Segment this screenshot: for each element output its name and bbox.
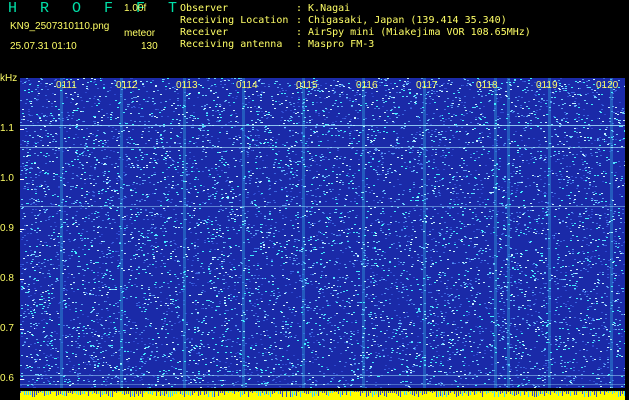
spectrogram <box>20 78 625 388</box>
spectrogram-canvas <box>20 78 625 388</box>
meteor-streak <box>507 78 510 388</box>
y-tick-label: 0.8 <box>0 273 14 284</box>
time-tick-label: 0113 <box>176 80 198 91</box>
info-value: : K.Nagai <box>296 3 351 14</box>
carrier-line <box>20 384 625 385</box>
meteor-streak <box>60 78 63 388</box>
y-tick <box>20 379 24 380</box>
time-tick-label: 0118 <box>476 80 498 91</box>
time-tick-label: 0114 <box>236 80 258 91</box>
meteor-streak <box>183 78 186 388</box>
info-key: Receiving antenna <box>180 39 283 50</box>
bottom-strip <box>20 388 625 400</box>
y-axis-unit: kHz <box>0 73 18 84</box>
info-observer: Observer : K.Nagai <box>180 3 350 14</box>
info-value: : Maspro FM-3 <box>296 39 375 50</box>
time-tick-label: 0116 <box>356 80 378 91</box>
info-key: Receiving Location <box>180 15 289 26</box>
carrier-line <box>20 375 625 376</box>
y-tick-label: 0.6 <box>0 373 14 384</box>
y-tick <box>20 229 24 230</box>
y-tick <box>20 179 24 180</box>
meteor-streak <box>242 78 245 388</box>
info-antenna: Receiving antenna : Maspro FM-3 <box>180 39 374 50</box>
meteor-streak <box>610 78 613 388</box>
time-tick-label: 0112 <box>116 80 138 91</box>
time-tick-label: 0115 <box>296 80 318 91</box>
carrier-line <box>20 147 625 148</box>
filename-label: KN9_2507310110.png <box>10 21 110 32</box>
mode-label: meteor <box>124 28 156 39</box>
y-tick-label: 1.0 <box>0 173 14 184</box>
meteor-streak <box>494 78 497 388</box>
time-tick-label: 0111 <box>56 80 77 91</box>
info-key: Receiver <box>180 27 229 38</box>
time-tick-label: 0119 <box>536 80 558 91</box>
count-label: 130 <box>141 41 158 52</box>
bottom-strip-canvas <box>20 391 625 400</box>
y-tick-label: 0.9 <box>0 223 14 234</box>
datetime-label: 25.07.31 01:10 <box>10 41 77 52</box>
time-tick-label: 0120 <box>596 80 619 91</box>
carrier-line <box>20 125 625 126</box>
version-label: 1.00f <box>124 3 147 14</box>
header: H R O F F T 1.00f KN9_2507310110.png met… <box>0 0 629 76</box>
info-value: : AirSpy mini (Miakejima VOR 108.65MHz) <box>296 27 531 38</box>
y-tick <box>20 279 24 280</box>
info-receiver: Receiver : AirSpy mini (Miakejima VOR 108… <box>180 27 531 38</box>
carrier-line <box>20 206 625 207</box>
y-tick-label: 0.7 <box>0 323 14 334</box>
y-tick <box>20 329 24 330</box>
info-value: : Chigasaki, Japan (139.414 35.340) <box>296 15 507 26</box>
meteor-streak <box>548 78 551 388</box>
y-tick <box>20 129 24 130</box>
info-location: Receiving Location : Chigasaki, Japan (13… <box>180 15 507 26</box>
info-key: Observer <box>180 3 229 14</box>
meteor-streak <box>302 78 305 388</box>
app-logo: H R O F F T <box>8 0 185 17</box>
y-tick-label: 1.1 <box>0 123 14 134</box>
meteor-streak <box>362 78 365 388</box>
meteor-streak <box>423 78 426 388</box>
time-tick-label: 0117 <box>416 80 438 91</box>
meteor-streak <box>120 78 123 388</box>
